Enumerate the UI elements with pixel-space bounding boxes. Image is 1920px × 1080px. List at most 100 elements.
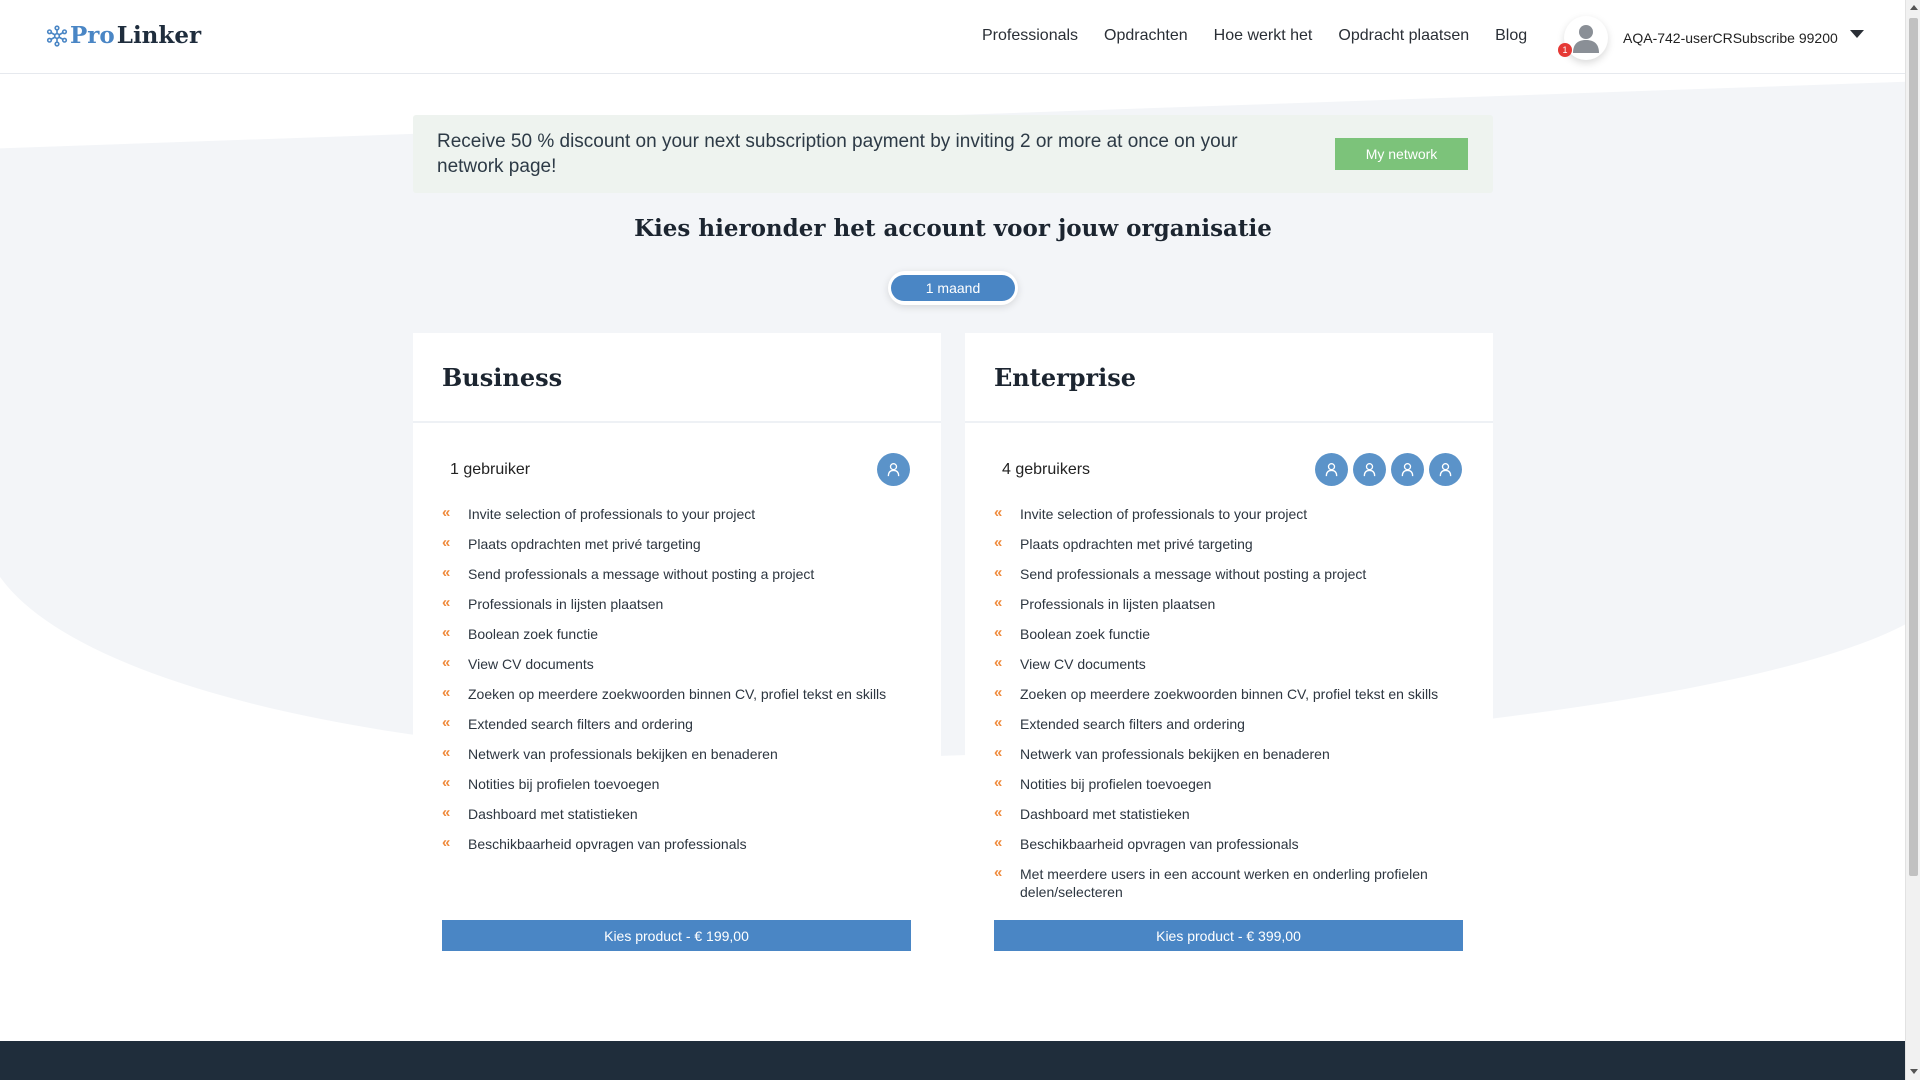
prolinker-logo[interactable]: Pro Linker: [46, 22, 201, 49]
users-label: 4 gebruikers: [1002, 461, 1091, 478]
user-icon: [1391, 453, 1424, 486]
nav-hoe-werkt-het[interactable]: Hoe werkt het: [1214, 27, 1313, 45]
feature-text: Professionals in lijsten plaatsen: [468, 596, 664, 612]
double-chevron-icon: «: [994, 594, 1003, 611]
double-chevron-icon: «: [442, 714, 451, 731]
top-navigation-bar: Pro Linker Professionals Opdrachten Hoe w…: [0, 0, 1905, 74]
feature-text: Extended search filters and ordering: [1020, 716, 1245, 732]
feature-item: « Extended search filters and ordering: [442, 714, 912, 733]
feature-item: « Send professionals a message without po…: [994, 564, 1464, 583]
feature-item: « Beschikbaarheid opvragen van profession…: [994, 834, 1464, 853]
logo-linker-text: Linker: [116, 22, 202, 49]
double-chevron-icon: «: [994, 744, 1003, 761]
feature-text: Send professionals a message without pos…: [1020, 566, 1367, 582]
double-chevron-icon: «: [442, 834, 451, 851]
my-network-button[interactable]: My network: [1335, 138, 1468, 170]
double-chevron-icon: «: [442, 804, 451, 821]
scrollbar[interactable]: [1905, 0, 1920, 1080]
feature-item: « Invite selection of professionals to yo…: [994, 504, 1464, 523]
feature-text: Zoeken op meerdere zoekwoorden binnen CV…: [1020, 686, 1439, 702]
feature-text: Send professionals a message without pos…: [468, 566, 815, 582]
nav-opdrachten[interactable]: Opdrachten: [1104, 27, 1188, 45]
feature-item: « Notities bij profielen toevoegen: [994, 774, 1464, 793]
nav-blog[interactable]: Blog: [1495, 27, 1527, 45]
feature-item: « Met meerdere users in een account werke…: [994, 864, 1464, 901]
user-icon: [1429, 453, 1462, 486]
double-chevron-icon: «: [442, 684, 451, 701]
scrollbar-thumb[interactable]: [1909, 18, 1918, 876]
scroll-down-arrow-icon[interactable]: [1910, 1069, 1918, 1074]
plan-card-header: Enterprise: [965, 333, 1493, 423]
logo-snowflake-icon: [46, 24, 68, 47]
plan-card-enterprise: Enterprise 4 gebruikers « Invite selectio…: [965, 333, 1493, 963]
plan-users-row: 1 gebruiker: [413, 453, 941, 487]
double-chevron-icon: «: [442, 744, 451, 761]
feature-item: « Beschikbaarheid opvragen van profession…: [442, 834, 912, 853]
feature-item: « Netwerk van professionals bekijken en b…: [442, 744, 912, 763]
feature-item: « Dashboard met statistieken: [442, 804, 912, 823]
feature-text: Boolean zoek functie: [1020, 626, 1150, 642]
feature-list: « Invite selection of professionals to yo…: [994, 504, 1464, 913]
feature-item: « Plaats opdrachten met privé targeting: [994, 534, 1464, 553]
feature-text: Beschikbaarheid opvragen van professiona…: [1020, 836, 1299, 852]
double-chevron-icon: «: [994, 774, 1003, 791]
feature-text: Beschikbaarheid opvragen van professiona…: [468, 836, 747, 852]
choose-business-button[interactable]: Kies product - € 199,00: [442, 920, 911, 951]
feature-text: Plaats opdrachten met privé targeting: [1020, 536, 1253, 552]
user-icons: [1315, 453, 1462, 486]
double-chevron-icon: «: [994, 804, 1003, 821]
user-icons: [877, 453, 910, 486]
feature-item: « Dashboard met statistieken: [994, 804, 1464, 823]
period-toggle: 1 maand: [888, 271, 1018, 305]
feature-text: Netwerk van professionals bekijken en be…: [468, 746, 778, 762]
double-chevron-icon: «: [442, 534, 451, 551]
plan-card-header: Business: [413, 333, 941, 423]
feature-item: « Extended search filters and ordering: [994, 714, 1464, 733]
scroll-up-arrow-icon[interactable]: [1910, 5, 1918, 10]
nav-opdracht-plaatsen[interactable]: Opdracht plaatsen: [1338, 27, 1469, 45]
user-icon: [877, 453, 910, 486]
notification-badge: 1: [1558, 43, 1572, 57]
main-nav: Professionals Opdrachten Hoe werkt het O…: [982, 27, 1527, 45]
username[interactable]: AQA-742-userCRSubscribe 99200: [1623, 30, 1838, 46]
feature-text: Plaats opdrachten met privé targeting: [468, 536, 701, 552]
feature-item: « Notities bij profielen toevoegen: [442, 774, 912, 793]
feature-text: Notities bij profielen toevoegen: [1020, 776, 1212, 792]
feature-item: « Boolean zoek functie: [442, 624, 912, 643]
double-chevron-icon: «: [994, 864, 1003, 881]
double-chevron-icon: «: [994, 684, 1003, 701]
double-chevron-icon: «: [442, 504, 451, 521]
footer: [0, 1041, 1905, 1080]
user-avatar-icon: [1573, 25, 1599, 53]
feature-item: « Zoeken op meerdere zoekwoorden binnen C…: [442, 684, 912, 703]
avatar[interactable]: 1: [1558, 16, 1608, 60]
feature-item: « Netwerk van professionals bekijken en b…: [994, 744, 1464, 763]
double-chevron-icon: «: [442, 654, 451, 671]
double-chevron-icon: «: [994, 834, 1003, 851]
chevron-down-icon[interactable]: [1849, 30, 1864, 38]
choose-enterprise-button[interactable]: Kies product - € 399,00: [994, 920, 1463, 951]
double-chevron-icon: «: [442, 594, 451, 611]
plan-users-row: 4 gebruikers: [965, 453, 1493, 487]
feature-item: « Professionals in lijsten plaatsen: [442, 594, 912, 613]
user-icon: [1315, 453, 1348, 486]
feature-item: « Professionals in lijsten plaatsen: [994, 594, 1464, 613]
double-chevron-icon: «: [442, 564, 451, 581]
feature-item: « Plaats opdrachten met privé targeting: [442, 534, 912, 553]
user-menu[interactable]: 1 AQA-742-userCRSubscribe 99200: [1558, 16, 1864, 60]
feature-item: « Boolean zoek functie: [994, 624, 1464, 643]
users-label: 1 gebruiker: [450, 461, 531, 478]
plan-title: Enterprise: [994, 363, 1137, 392]
nav-professionals[interactable]: Professionals: [982, 27, 1078, 45]
feature-text: Met meerdere users in een account werken…: [1020, 866, 1428, 900]
user-icon: [1353, 453, 1386, 486]
double-chevron-icon: «: [994, 534, 1003, 551]
period-option-1-maand[interactable]: 1 maand: [891, 275, 1015, 301]
double-chevron-icon: «: [994, 504, 1003, 521]
feature-text: Zoeken op meerdere zoekwoorden binnen CV…: [468, 686, 887, 702]
feature-text: Netwerk van professionals bekijken en be…: [1020, 746, 1330, 762]
double-chevron-icon: «: [994, 714, 1003, 731]
feature-text: Invite selection of professionals to you…: [1020, 506, 1308, 522]
banner-text: Receive 50 % discount on your next subsc…: [437, 131, 1238, 177]
feature-text: View CV documents: [468, 656, 594, 672]
